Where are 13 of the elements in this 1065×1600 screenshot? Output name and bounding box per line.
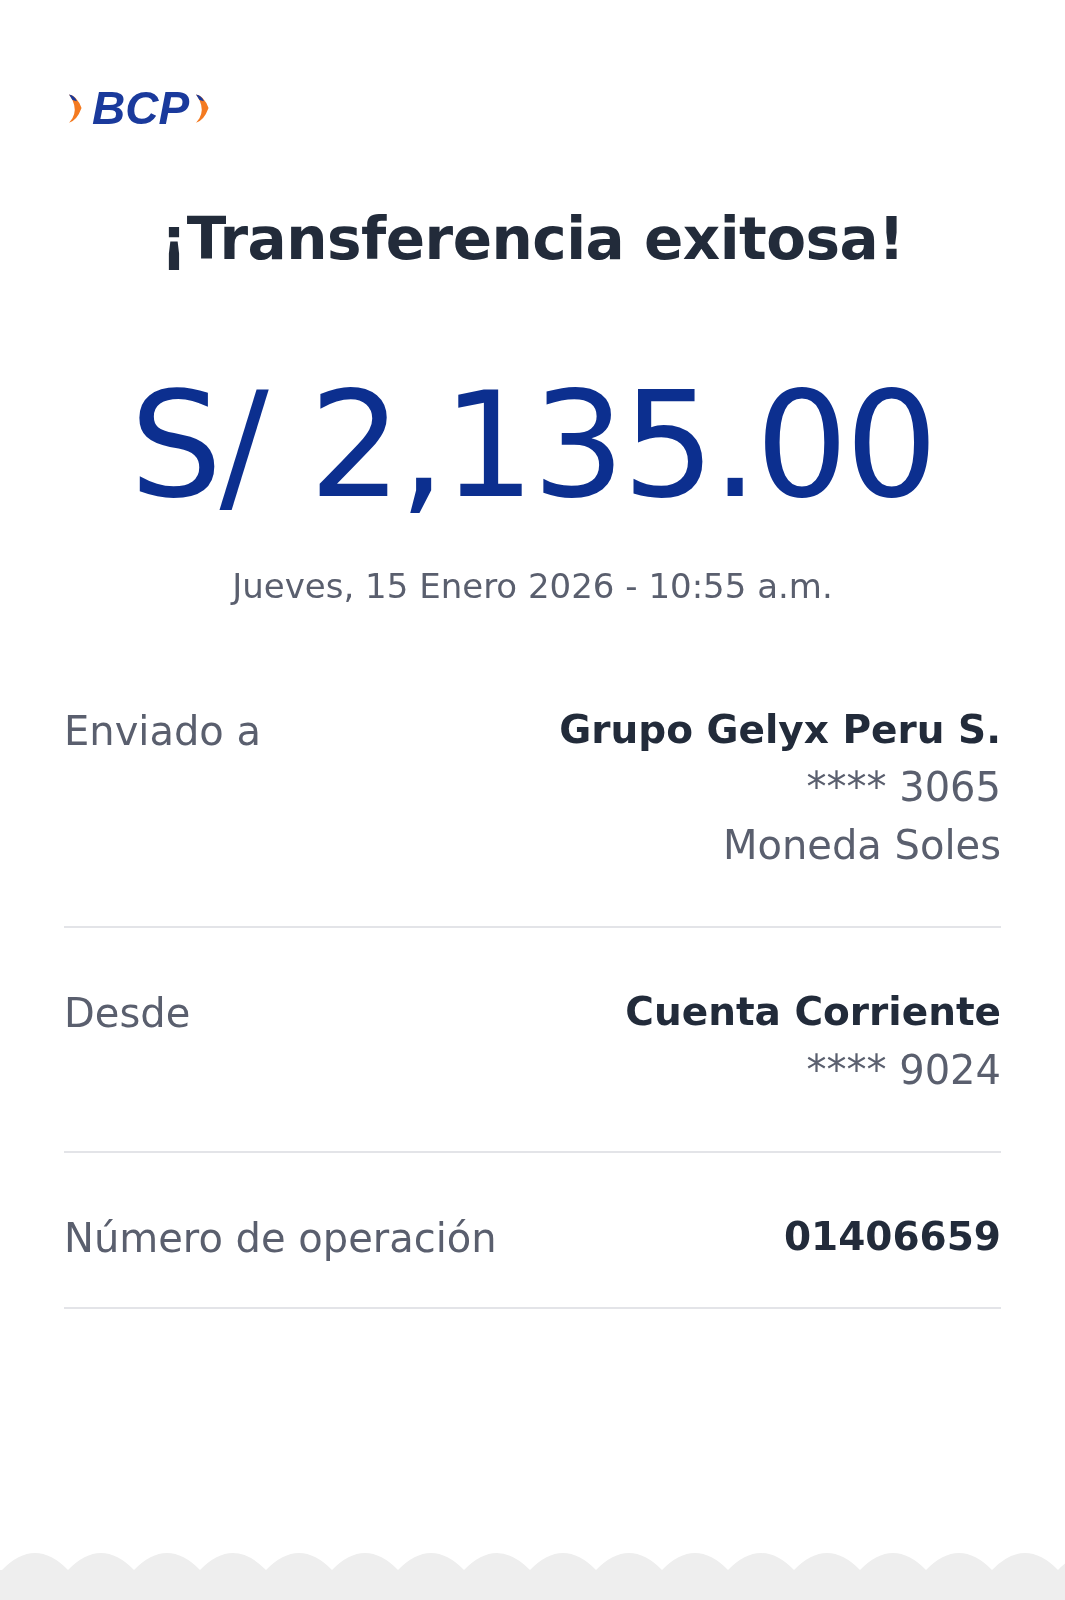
detail-value: **** 9024 [806,1045,1001,1095]
amount: S/ 2,135.00 [128,371,937,518]
detail-value: **** 3065 [806,763,1001,813]
detail-label: Desde [64,989,191,1039]
detail-value: Cuenta Corriente [625,988,1001,1037]
detail-label: Enviado a [64,706,261,756]
detail-value: 01406659 [783,1212,1001,1261]
detail-value: Moneda Soles [723,821,1001,871]
success-title: ¡Transferencia exitosa! [159,208,906,272]
date-time: Jueves, 15 Enero 2026 - 10:55 a.m. [229,565,834,606]
logo-text: BCP [92,85,190,131]
detail-value: Grupo Gelyx Peru S. [559,705,1001,754]
detail-label: Número de operación [64,1213,497,1263]
